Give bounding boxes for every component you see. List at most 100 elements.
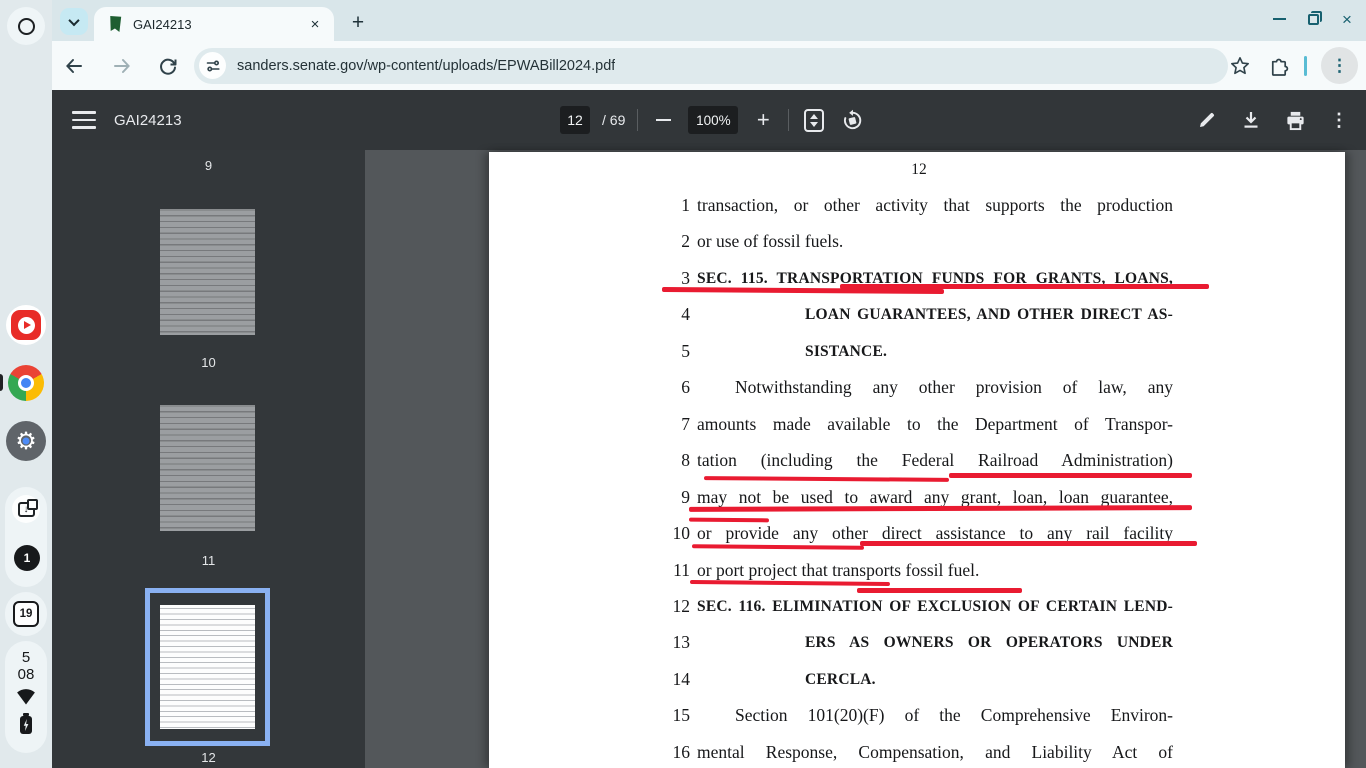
line-number: 5 xyxy=(639,341,690,362)
three-dot-icon: ⋮ xyxy=(1331,56,1348,76)
bill-text-line-16: mental Response, Compensation, and Liabi… xyxy=(697,742,1173,767)
pdf-menu-button[interactable] xyxy=(72,111,96,129)
red-underline-annotation xyxy=(690,580,890,586)
thumbnail-label-9: 9 xyxy=(52,158,365,173)
line-number: 4 xyxy=(639,304,690,325)
thumbnail-label-11: 11 xyxy=(52,553,365,568)
chromeos-screen: ⚙ ↓ 1 19 5 08 GAI24213 xyxy=(0,0,1366,768)
line-number: 12 xyxy=(639,596,690,617)
line-number: 16 xyxy=(639,742,690,763)
red-underline-annotation xyxy=(704,476,949,482)
tune-icon xyxy=(206,59,220,73)
pdf-page-12: 12 1 transaction, or other activity that … xyxy=(489,152,1345,768)
settings-app-button[interactable]: ⚙ xyxy=(6,421,46,461)
chrome-icon xyxy=(8,365,44,401)
bill-text-line-13: ERS AS OWNERS OR OPERATORS UNDER xyxy=(805,632,1173,657)
tab-strip: GAI24213 × + × xyxy=(52,0,1366,41)
pdf-more-options-button[interactable]: ⋮ xyxy=(1326,107,1352,133)
address-bar[interactable]: sanders.senate.gov/wp-content/uploads/EP… xyxy=(194,48,1228,84)
line-number: 10 xyxy=(639,523,690,544)
fit-page-icon xyxy=(804,109,824,132)
rotate-button[interactable] xyxy=(839,107,865,133)
print-button[interactable] xyxy=(1282,107,1308,133)
browser-toolbar: sanders.senate.gov/wp-content/uploads/EP… xyxy=(52,41,1366,90)
bill-text-line-5: SISTANCE. xyxy=(805,341,1173,366)
pdf-page-controls: 12 / 69 100% + xyxy=(560,90,865,150)
printer-icon xyxy=(1285,110,1306,131)
thumbnail-label-10: 10 xyxy=(52,355,365,370)
toolbar-right-group: ⋮ xyxy=(1228,41,1358,90)
tab-search-button[interactable] xyxy=(60,8,88,35)
back-button[interactable] xyxy=(62,54,86,78)
youtube-app-button[interactable] xyxy=(6,305,46,345)
zoom-level-input[interactable]: 100% xyxy=(688,106,738,134)
tab-close-icon[interactable]: × xyxy=(306,15,324,33)
page-header-number: 12 xyxy=(639,161,1199,179)
window-controls: × xyxy=(1270,10,1356,28)
page-thumbnail-10[interactable] xyxy=(151,199,264,345)
pencil-icon xyxy=(1197,110,1217,130)
line-number: 14 xyxy=(639,669,690,690)
screen-capture-icon: ↓ xyxy=(18,502,35,517)
restore-button[interactable] xyxy=(1304,10,1322,28)
red-underline-annotation xyxy=(840,284,1209,289)
shelf-tray-group: ↓ 1 xyxy=(5,487,47,587)
toolbar-divider xyxy=(637,109,638,131)
calendar-tray-button[interactable]: 19 xyxy=(5,592,47,636)
launcher-button[interactable] xyxy=(7,7,45,45)
extensions-puzzle-button[interactable] xyxy=(1266,54,1290,78)
page-thumbnail-11[interactable] xyxy=(151,395,264,541)
document-area[interactable]: 12 1 transaction, or other activity that … xyxy=(365,150,1366,768)
youtube-icon xyxy=(11,310,41,340)
battery-charging-icon xyxy=(20,716,32,734)
tab-gai24213[interactable]: GAI24213 × xyxy=(94,7,334,41)
bill-text-line-7: amounts made available to the Department… xyxy=(697,414,1173,439)
line-number: 8 xyxy=(639,450,690,471)
zoom-out-button[interactable] xyxy=(650,107,676,133)
line-number: 7 xyxy=(639,414,690,435)
thumbnail-label-12: 12 xyxy=(52,750,365,765)
page-thumbnail-12[interactable] xyxy=(145,588,270,746)
bill-text-line-4: LOAN GUARANTEES, AND OTHER DIRECT AS- xyxy=(805,304,1173,329)
pdf-favicon xyxy=(108,16,123,32)
reload-button[interactable] xyxy=(156,54,180,78)
minimize-icon xyxy=(1273,18,1286,21)
pdf-toolbar: GAI24213 12 / 69 100% + xyxy=(52,90,1366,150)
annotate-button[interactable] xyxy=(1194,107,1220,133)
bill-text-line-6: Notwithstanding any other provision of l… xyxy=(735,377,1173,402)
minus-icon xyxy=(656,119,671,121)
line-number: 1 xyxy=(639,195,690,216)
forward-button[interactable] xyxy=(110,54,134,78)
page-number-input[interactable]: 12 xyxy=(560,106,590,134)
line-number: 2 xyxy=(639,231,690,252)
chromeos-shelf: ⚙ ↓ 1 19 5 08 xyxy=(0,0,52,768)
page-total-label: / 69 xyxy=(602,112,625,128)
new-tab-button[interactable]: + xyxy=(344,9,372,37)
bookmark-star-button[interactable] xyxy=(1228,54,1252,78)
fit-page-button[interactable] xyxy=(801,107,827,133)
browser-menu-button[interactable]: ⋮ xyxy=(1321,47,1358,84)
wifi-icon xyxy=(16,689,36,710)
status-tray-button[interactable]: 5 08 xyxy=(5,641,47,753)
clock-hour: 5 xyxy=(22,649,30,666)
side-panel-indicator xyxy=(1304,56,1307,76)
download-button[interactable] xyxy=(1238,107,1264,133)
screen-capture-button[interactable]: ↓ xyxy=(12,495,40,523)
chrome-app-button[interactable] xyxy=(6,363,46,403)
bill-text-line-12: SEC. 116. ELIMINATION OF EXCLUSION OF CE… xyxy=(697,596,1173,621)
site-info-button[interactable] xyxy=(199,52,226,79)
rotate-icon xyxy=(841,109,864,132)
minimize-button[interactable] xyxy=(1270,10,1288,28)
bill-text-line-1: transaction, or other activity that supp… xyxy=(697,195,1173,220)
notification-badge[interactable]: 1 xyxy=(14,545,40,571)
pdf-document-title: GAI24213 xyxy=(114,112,182,129)
red-underline-annotation xyxy=(860,541,1197,546)
red-underline-annotation xyxy=(949,473,1192,478)
toolbar-divider xyxy=(788,109,789,131)
clock-minute: 08 xyxy=(18,666,35,683)
active-app-indicator xyxy=(0,374,3,391)
close-window-button[interactable]: × xyxy=(1338,10,1356,28)
zoom-in-button[interactable]: + xyxy=(750,107,776,133)
line-number: 3 xyxy=(639,268,690,289)
bill-text-line-15: Section 101(20)(F) of the Comprehensive … xyxy=(735,705,1173,730)
